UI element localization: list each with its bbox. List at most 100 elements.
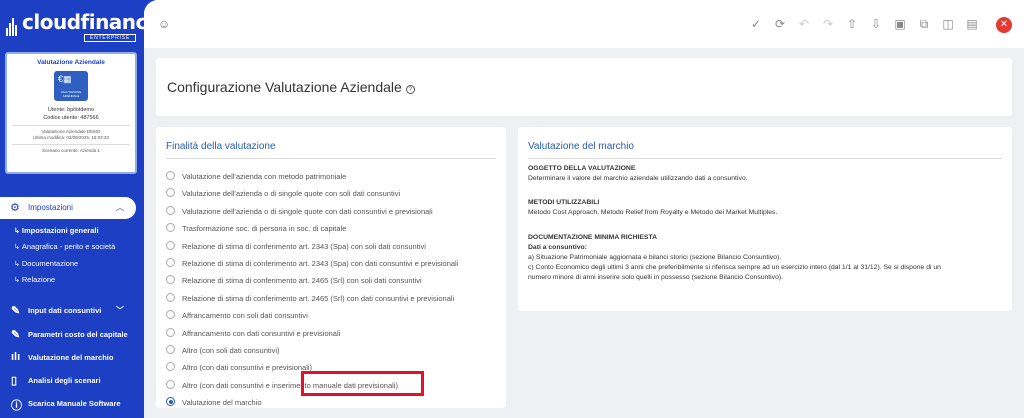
check-icon[interactable]: ✓: [744, 14, 768, 34]
radio-label: Affrancamento con soli dati consuntivi: [182, 311, 308, 321]
sidebar-item-label: Anagrafica - perito e società: [21, 242, 116, 251]
page-title: Configurazione Valutazione Aziendale?: [167, 79, 415, 95]
help-circle-icon: ⓘ: [11, 400, 22, 412]
nav-valutazione-marchio[interactable]: ılı Valutazione del marchio: [0, 348, 144, 368]
finalita-card: Finalità della valutazione Valutazione d…: [156, 127, 506, 408]
undo-icon[interactable]: ↶: [792, 14, 816, 34]
edit-icon: ✎: [11, 329, 21, 341]
nav-label: Parametri costo del capitale: [28, 330, 128, 339]
sidebar-item-label: Impostazioni generali: [21, 226, 99, 235]
radio-button[interactable]: [166, 171, 175, 180]
brand-name: cloudfinance: [22, 10, 160, 34]
page-title-text: Configurazione Valutazione Aziendale: [167, 79, 402, 95]
sidebar-item-documentazione[interactable]: ↳ Documentazione: [14, 259, 78, 268]
nav-input-dati-consuntivi[interactable]: ✎ Input dati consuntivi ﹀: [0, 301, 144, 321]
radio-label: Relazione di stima di conferimento art. …: [182, 241, 426, 251]
radio-label: Valutazione dell'azienda con metodo patr…: [182, 172, 347, 181]
columns-icon: ▯: [11, 375, 18, 387]
radio-button[interactable]: [166, 397, 175, 407]
save-icon[interactable]: ▣: [888, 14, 912, 34]
company-logo-text: VALUTAZIONE AZIENDALE: [60, 90, 82, 98]
radio-button[interactable]: [166, 188, 175, 198]
close-icon[interactable]: ✕: [996, 17, 1012, 33]
radio-button[interactable]: [166, 205, 175, 215]
radio-button[interactable]: [166, 275, 175, 285]
metodi-text: Metodo Cost Approach, Metodo Relief from…: [528, 209, 778, 216]
sidebar: cloudfinance ENTERPRISE Valutazione Azie…: [0, 0, 160, 418]
download-icon[interactable]: ⇩: [864, 14, 888, 34]
radio-label: Valutazione del marchio: [182, 398, 262, 408]
toolbar-actions: ✓ ⟳ ↶ ↷ ⇧ ⇩ ▣ ⧉ ◫ ▤: [744, 14, 984, 34]
radio-label: Relazione di stima di conferimento art. …: [182, 259, 459, 268]
documentazione-heading: DOCUMENTAZIONE MINIMA RICHIESTA: [528, 234, 658, 241]
radio-button[interactable]: [166, 292, 175, 302]
nav-section-impostazioni[interactable]: ⚙ Impostazioni ︿: [0, 197, 136, 219]
company-logo: €▦ VALUTAZIONE AZIENDALE: [54, 71, 88, 101]
nav-analisi-scenari[interactable]: ▯ Analisi degli scenari: [0, 371, 144, 391]
radio-button[interactable]: [166, 240, 175, 250]
divider: [528, 158, 1002, 159]
brand-edition: ENTERPRISE: [84, 34, 136, 42]
radio-button[interactable]: [166, 379, 175, 389]
radio-button[interactable]: [166, 223, 175, 233]
gear-icon: ⚙: [10, 202, 20, 214]
chevron-down-icon: ﹀: [116, 306, 124, 315]
edit-icon: ✎: [11, 305, 21, 317]
nav-parametri-costo-capitale[interactable]: ✎ Parametri costo del capitale: [0, 325, 144, 345]
nav-scarica-manuale[interactable]: ⓘ Scarica Manuale Software: [0, 394, 144, 414]
redo-icon[interactable]: ↷: [816, 14, 840, 34]
radio-label: Valutazione dell'azienda o di singole qu…: [182, 189, 401, 199]
refresh-icon[interactable]: ⟳: [768, 14, 792, 34]
documentazione-c1: c) Conto Economico degli ultimi 3 anni c…: [528, 264, 941, 271]
sub-arrow-icon: ↳: [14, 244, 20, 251]
radio-button[interactable]: [166, 310, 175, 320]
modified-line: Ultima modifica: 02/09/2025, 16:03:33: [33, 135, 109, 140]
toolbar: ☺ ✓ ⟳ ↶ ↷ ⇧ ⇩ ▣ ⧉ ◫ ▤ ✕: [144, 0, 1024, 48]
chevron-up-icon: ︿: [116, 203, 124, 212]
bar-chart-icon: ılı: [11, 351, 21, 363]
nav-label: Input dati consuntivi: [28, 306, 102, 315]
marchio-card: Valutazione del marchio OGGETTO DELLA VA…: [518, 127, 1012, 311]
radio-label: Trasformazione soc. di persona in soc. d…: [182, 224, 347, 234]
finalita-title: Finalità della valutazione: [166, 141, 276, 152]
radio-button[interactable]: [166, 258, 175, 267]
company-card: Valutazione Aziendale €▦ VALUTAZIONE AZI…: [5, 52, 137, 174]
sidebar-item-anagrafica[interactable]: ↳ Anagrafica - perito e società: [14, 242, 115, 251]
radio-button[interactable]: [166, 327, 175, 337]
sub-arrow-icon: ↳: [14, 277, 20, 284]
user-line: Utente: bpilotdemo: [47, 107, 95, 113]
radio-label: Altro (con soli dati consuntivi): [182, 346, 280, 355]
documentazione-c2: numero minore di anni inserire solo quel…: [528, 274, 784, 281]
copy-icon[interactable]: ⧉: [912, 14, 936, 34]
radio-button[interactable]: [166, 362, 175, 372]
main-area: ☺ ✓ ⟳ ↶ ↷ ⇧ ⇩ ▣ ⧉ ◫ ▤ ✕ Configurazione V…: [144, 0, 1024, 418]
sub-arrow-icon: ↳: [14, 261, 20, 268]
marchio-title: Valutazione del marchio: [528, 141, 634, 152]
metodi-block: METODI UTILIZZABILI Metodo Cost Approach…: [528, 198, 1004, 218]
scenario-line: Scenario corrente: Azienda 1: [42, 148, 100, 153]
upload-icon[interactable]: ⇧: [840, 14, 864, 34]
radio-label: Altro (con dati consuntivi e previsional…: [182, 363, 313, 373]
sidebar-item-label: Relazione: [21, 275, 56, 284]
brand-logo[interactable]: cloudfinance ENTERPRISE: [6, 10, 160, 42]
page-header: Configurazione Valutazione Aziendale?: [156, 58, 1012, 116]
oggetto-block: OGGETTO DELLA VALUTAZIONE Determinare il…: [528, 164, 1004, 184]
user-code-line: Codice utente: 487566: [43, 115, 99, 121]
sidebar-item-relazione[interactable]: ↳ Relazione: [14, 275, 55, 284]
panel-icon[interactable]: ▤: [960, 14, 984, 34]
radio-label: Relazione di stima di conferimento art. …: [182, 293, 455, 303]
nav-section-label: Impostazioni: [28, 203, 73, 212]
nav-label: Valutazione del marchio: [28, 353, 114, 362]
nav-label: Analisi degli scenari: [28, 376, 101, 385]
radio-button[interactable]: [166, 345, 175, 354]
documentazione-block: DOCUMENTAZIONE MINIMA RICHIESTA Dati a c…: [528, 233, 1004, 283]
sidebar-item-impostazioni-generali[interactable]: ↳ Impostazioni generali: [14, 226, 99, 235]
sub-arrow-icon: ↳: [14, 228, 20, 235]
documentazione-a: a) Situazione Patrimoniale aggiornata e …: [528, 254, 782, 261]
oggetto-heading: OGGETTO DELLA VALUTAZIONE: [528, 165, 636, 172]
selection-highlight: [301, 371, 424, 396]
help-icon[interactable]: ?: [405, 85, 415, 94]
split-view-icon[interactable]: ◫: [936, 14, 960, 34]
support-face-icon[interactable]: ☺: [158, 17, 170, 31]
radio-label: Valutazione dell'azienda o di singole qu…: [182, 206, 433, 216]
